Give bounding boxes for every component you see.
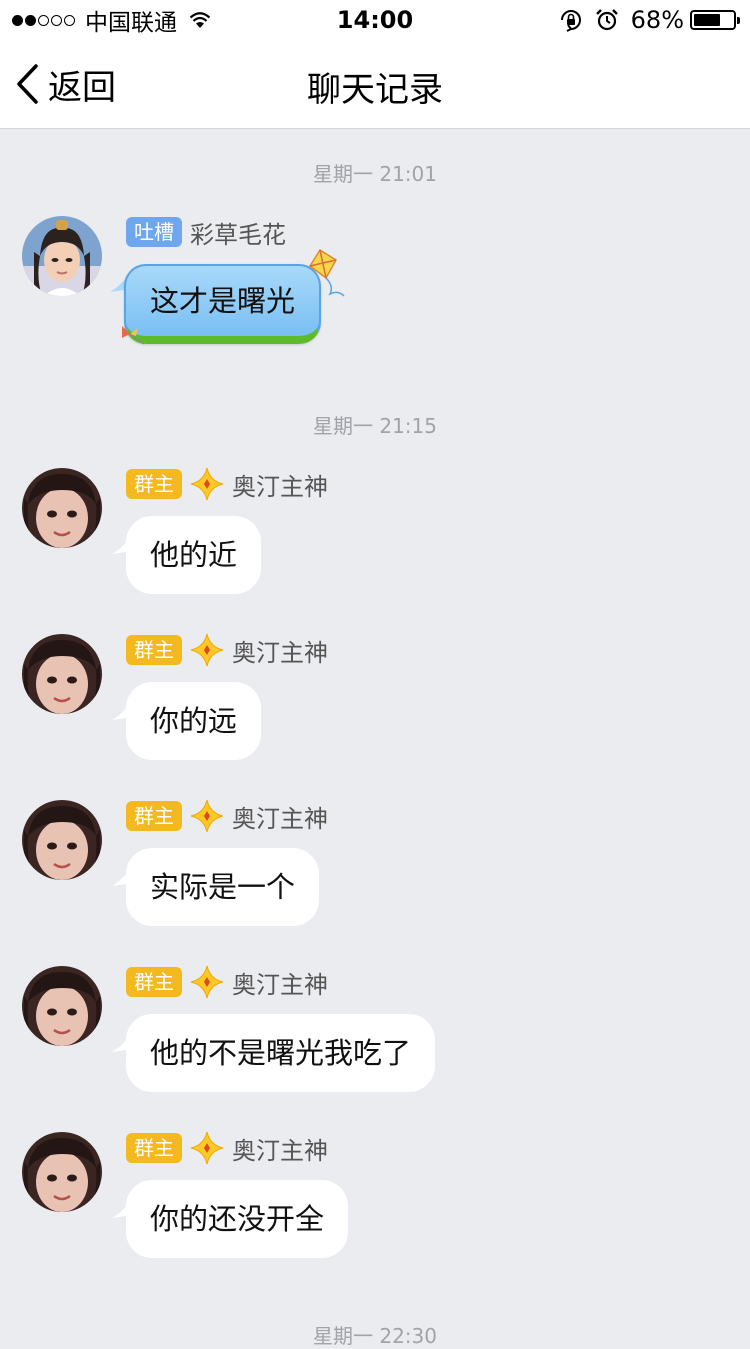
timestamp-separator: 星期一 21:01 xyxy=(313,162,437,186)
alarm-icon xyxy=(595,9,618,31)
message-item: 群主 奥汀主神 实际是一个 xyxy=(0,800,750,940)
message-meta: 群主 奥汀主神 xyxy=(126,965,328,1000)
group-owner-badge: 群主 xyxy=(126,469,182,499)
diamond-level-icon xyxy=(190,467,224,501)
pinwheel-icon xyxy=(122,326,144,345)
sender-name[interactable]: 奥汀主神 xyxy=(232,1131,328,1166)
timestamp-separator: 星期一 22:30 xyxy=(313,1324,437,1348)
avatar[interactable] xyxy=(22,634,102,714)
group-owner-badge: 群主 xyxy=(126,801,182,831)
avatar[interactable] xyxy=(22,1132,102,1212)
message-bubble[interactable]: 他的近 xyxy=(126,516,262,594)
message-item: 群主 奥汀主神 他的近 xyxy=(0,468,750,608)
diamond-level-icon xyxy=(190,965,224,999)
diamond-level-icon xyxy=(190,1131,224,1165)
sender-name[interactable]: 奥汀主神 xyxy=(232,965,328,1000)
diamond-level-icon xyxy=(190,799,224,833)
timestamp-separator: 星期一 21:15 xyxy=(313,414,437,438)
message-item: 群主 奥汀主神 你的还没开全 xyxy=(0,1132,750,1272)
message-meta: 群主 奥汀主神 xyxy=(126,1131,328,1166)
message-bubble[interactable]: 你的还没开全 xyxy=(126,1180,349,1258)
message-item: 群主 奥汀主神 你的远 xyxy=(0,634,750,774)
group-owner-badge: 群主 xyxy=(126,967,182,997)
battery-level-fill xyxy=(694,14,720,26)
avatar[interactable] xyxy=(22,468,102,548)
diamond-level-icon xyxy=(190,633,224,667)
battery-icon xyxy=(690,10,740,30)
navigation-bar: 返回 聊天记录 xyxy=(0,40,750,129)
page-title: 聊天记录 xyxy=(307,70,443,110)
group-owner-badge: 群主 xyxy=(126,1133,182,1163)
message-bubble[interactable]: 他的不是曙光我吃了 xyxy=(126,1014,436,1092)
message-item: 吐槽 彩草毛花 这才是曙光 xyxy=(0,216,750,356)
status-right: 68% xyxy=(559,6,740,34)
sender-name[interactable]: 奥汀主神 xyxy=(232,799,328,834)
message-bubble[interactable]: 你的远 xyxy=(126,682,262,760)
status-bar: 中国联通 14:00 68% xyxy=(0,0,750,40)
battery-percent: 68% xyxy=(630,6,684,34)
member-title-badge: 吐槽 xyxy=(126,217,182,247)
message-bubble[interactable]: 这才是曙光 xyxy=(124,264,322,344)
avatar[interactable] xyxy=(22,800,102,880)
avatar[interactable] xyxy=(22,216,102,296)
message-bubble[interactable]: 实际是一个 xyxy=(126,848,320,926)
message-meta: 群主 奥汀主神 xyxy=(126,633,328,668)
sender-name[interactable]: 奥汀主神 xyxy=(232,467,328,502)
avatar[interactable] xyxy=(22,966,102,1046)
group-owner-badge: 群主 xyxy=(126,635,182,665)
sender-name[interactable]: 彩草毛花 xyxy=(190,215,286,250)
message-meta: 群主 奥汀主神 xyxy=(126,799,328,834)
rotation-lock-icon xyxy=(560,10,581,32)
message-meta: 群主 奥汀主神 xyxy=(126,467,328,502)
message-meta: 吐槽 彩草毛花 xyxy=(126,215,286,250)
sender-name[interactable]: 奥汀主神 xyxy=(232,633,328,668)
kite-icon xyxy=(308,248,345,297)
message-item: 群主 奥汀主神 他的不是曙光我吃了 xyxy=(0,966,750,1106)
